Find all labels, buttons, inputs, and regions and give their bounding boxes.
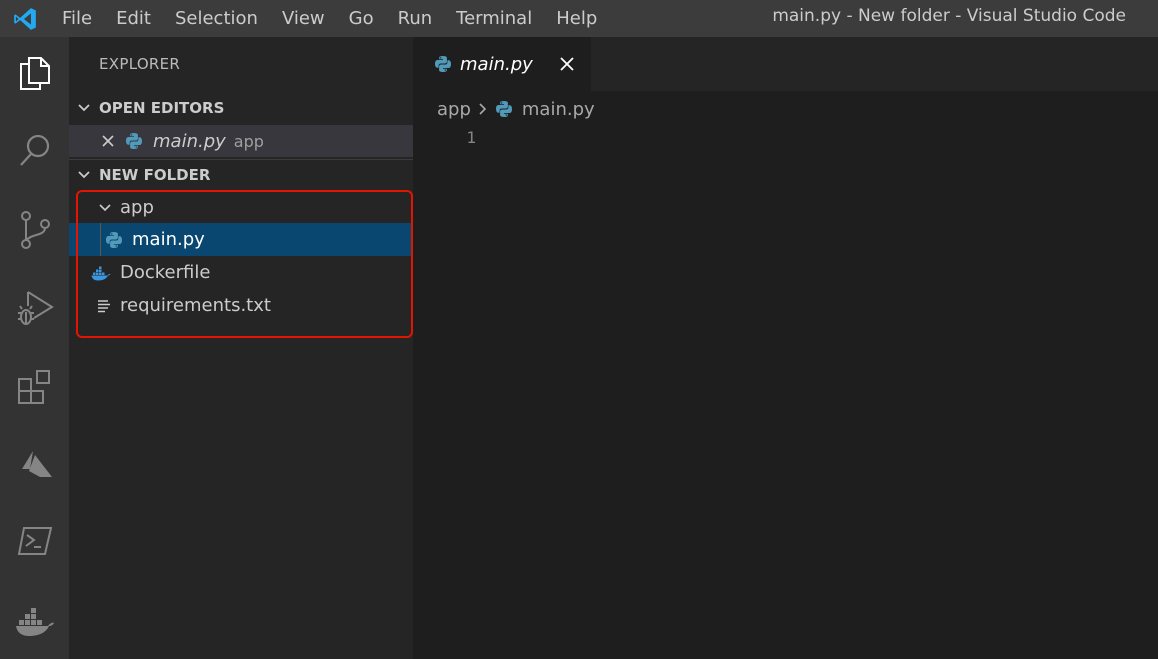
explorer-sidebar: EXPLORER OPEN EDITORS main.py app NEW FO… (69, 37, 413, 659)
title-bar: File Edit Selection View Go Run Terminal… (0, 0, 1158, 37)
open-editor-folder: app (233, 131, 264, 151)
activity-bar (0, 37, 69, 659)
tree-item-label: main.py (132, 229, 205, 250)
text-file-icon (97, 299, 111, 313)
tree-item-label: Dockerfile (120, 262, 211, 283)
python-icon (125, 132, 143, 150)
tree-item-label: requirements.txt (120, 295, 271, 316)
menu-file[interactable]: File (50, 0, 104, 37)
tree-item-dockerfile[interactable]: Dockerfile (69, 256, 413, 289)
azure-icon[interactable] (0, 435, 69, 495)
python-icon (495, 100, 513, 118)
extensions-icon[interactable] (0, 357, 69, 417)
sidebar-title: EXPLORER (99, 55, 181, 73)
menu-selection[interactable]: Selection (163, 0, 270, 37)
menu-view[interactable]: View (270, 0, 337, 37)
tab-label: main.py (460, 53, 533, 75)
open-editor-item[interactable]: main.py app (69, 125, 413, 157)
search-icon[interactable] (0, 121, 69, 181)
new-folder-header[interactable]: NEW FOLDER (69, 159, 413, 189)
menu-go[interactable]: Go (337, 0, 386, 37)
indent-guide (100, 223, 101, 256)
tree-item-app-folder[interactable]: app (69, 191, 413, 224)
tree-item-requirements[interactable]: requirements.txt (69, 289, 413, 322)
open-editor-filename: main.py (153, 130, 226, 152)
line-number: 1 (466, 128, 476, 147)
menu-edit[interactable]: Edit (104, 0, 163, 37)
tab-main-py[interactable]: main.py (413, 37, 591, 91)
docker-icon[interactable] (0, 591, 69, 651)
editor-tab-bar: main.py (413, 37, 1158, 91)
chevron-right-icon (478, 102, 487, 116)
python-icon (105, 231, 123, 249)
open-editors-label: OPEN EDITORS (99, 99, 225, 117)
breadcrumb-folder[interactable]: app (437, 99, 471, 120)
run-debug-icon[interactable] (0, 279, 69, 339)
files-icon[interactable] (0, 43, 69, 103)
powershell-icon[interactable] (0, 511, 69, 571)
menu-help[interactable]: Help (544, 0, 609, 37)
chevron-down-icon (69, 170, 99, 180)
breadcrumb: app main.py (437, 96, 595, 122)
python-icon (434, 55, 452, 73)
open-editors-header[interactable]: OPEN EDITORS (69, 93, 413, 123)
breadcrumb-file[interactable]: main.py (522, 99, 595, 120)
window-title: main.py - New folder - Visual Studio Cod… (772, 6, 1126, 26)
docker-file-icon (90, 265, 112, 281)
source-control-icon[interactable] (0, 200, 69, 260)
close-icon[interactable] (93, 134, 123, 148)
menu-terminal[interactable]: Terminal (444, 0, 544, 37)
new-folder-label: NEW FOLDER (99, 165, 211, 184)
chevron-down-icon (95, 203, 115, 213)
menu-run[interactable]: Run (386, 0, 445, 37)
vscode-logo-icon (0, 0, 50, 37)
chevron-down-icon (69, 103, 99, 113)
tree-item-main-py[interactable]: main.py (69, 223, 413, 256)
menu-bar: File Edit Selection View Go Run Terminal… (50, 0, 609, 37)
tree-item-label: app (120, 197, 154, 218)
close-icon[interactable] (557, 54, 577, 74)
